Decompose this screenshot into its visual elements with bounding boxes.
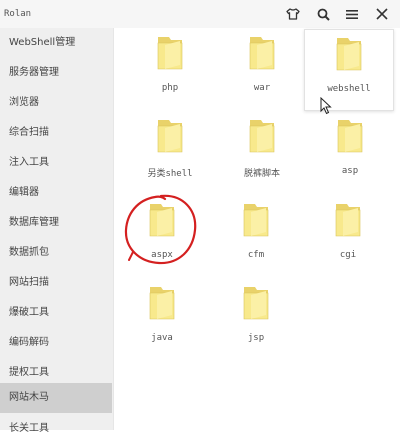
folder-icon bbox=[157, 37, 183, 70]
folder-label: jsp bbox=[247, 333, 265, 343]
sidebar-item-webshell[interactable]: WebShell管理 bbox=[0, 28, 112, 58]
folder-label: cfm bbox=[247, 250, 265, 260]
folder-alt-shell[interactable]: 另类shell bbox=[124, 116, 216, 186]
folder-icon bbox=[157, 120, 183, 153]
folder-label: 脱裤脚本 bbox=[243, 169, 280, 179]
folder-php[interactable]: php bbox=[124, 33, 216, 103]
folder-asp[interactable]: asp bbox=[304, 116, 396, 186]
folder-label: java bbox=[151, 333, 173, 343]
folder-dump-scripts[interactable]: 脱裤脚本 bbox=[216, 116, 308, 186]
menu-icon[interactable] bbox=[342, 4, 362, 24]
sidebar-item-browser[interactable]: 浏览器 bbox=[0, 88, 112, 118]
sidebar-item-editor[interactable]: 编辑器 bbox=[0, 178, 112, 208]
folder-label: asp bbox=[341, 166, 359, 176]
title-bar: Rolan bbox=[0, 0, 400, 28]
sidebar-item-site-scan[interactable]: 网站扫描 bbox=[0, 268, 112, 298]
folder-label: war bbox=[253, 83, 271, 93]
sidebar-item-server[interactable]: 服务器管理 bbox=[0, 58, 112, 88]
folder-war[interactable]: war bbox=[216, 33, 308, 103]
folder-webshell[interactable]: webshell bbox=[304, 29, 394, 111]
shirt-icon[interactable] bbox=[283, 4, 303, 24]
search-icon[interactable] bbox=[313, 4, 333, 24]
folder-icon bbox=[149, 287, 175, 320]
folder-icon bbox=[243, 204, 269, 237]
folder-icon bbox=[249, 37, 275, 70]
sidebar-item-injection[interactable]: 注入工具 bbox=[0, 148, 112, 178]
folder-icon bbox=[243, 287, 269, 320]
folder-cfm[interactable]: cfm bbox=[210, 200, 302, 270]
folder-label: webshell bbox=[327, 84, 371, 94]
sidebar: WebShell管理 服务器管理 浏览器 综合扫描 注入工具 编辑器 数据库管理… bbox=[0, 28, 114, 434]
folder-icon bbox=[335, 204, 361, 237]
folder-cgi[interactable]: cgi bbox=[302, 200, 394, 270]
folder-label: php bbox=[161, 83, 179, 93]
folder-label: cgi bbox=[339, 250, 357, 260]
sidebar-item-site-trojan[interactable]: 网站木马 bbox=[0, 383, 112, 413]
folder-grid: php war webshell 另类shell 脱裤脚本 asp aspx c… bbox=[114, 28, 400, 430]
folder-icon bbox=[337, 120, 363, 153]
app-title: Rolan bbox=[4, 9, 32, 19]
folder-label: 另类shell bbox=[147, 169, 193, 179]
close-icon[interactable] bbox=[372, 4, 392, 24]
sidebar-item-database[interactable]: 数据库管理 bbox=[0, 208, 112, 238]
folder-aspx[interactable]: aspx bbox=[116, 200, 208, 270]
sidebar-item-packet-capture[interactable]: 数据抓包 bbox=[0, 238, 112, 268]
folder-label: aspx bbox=[151, 250, 173, 260]
sidebar-item-scan[interactable]: 综合扫描 bbox=[0, 118, 112, 148]
folder-icon bbox=[149, 204, 175, 237]
sidebar-item-encode-decode[interactable]: 编码解码 bbox=[0, 328, 112, 358]
folder-icon bbox=[249, 120, 275, 153]
sidebar-item-partial[interactable]: 长关工具 bbox=[0, 414, 112, 444]
sidebar-item-bruteforce[interactable]: 爆破工具 bbox=[0, 298, 112, 328]
folder-icon bbox=[336, 38, 362, 71]
folder-jsp[interactable]: jsp bbox=[210, 283, 302, 353]
folder-java[interactable]: java bbox=[116, 283, 208, 353]
